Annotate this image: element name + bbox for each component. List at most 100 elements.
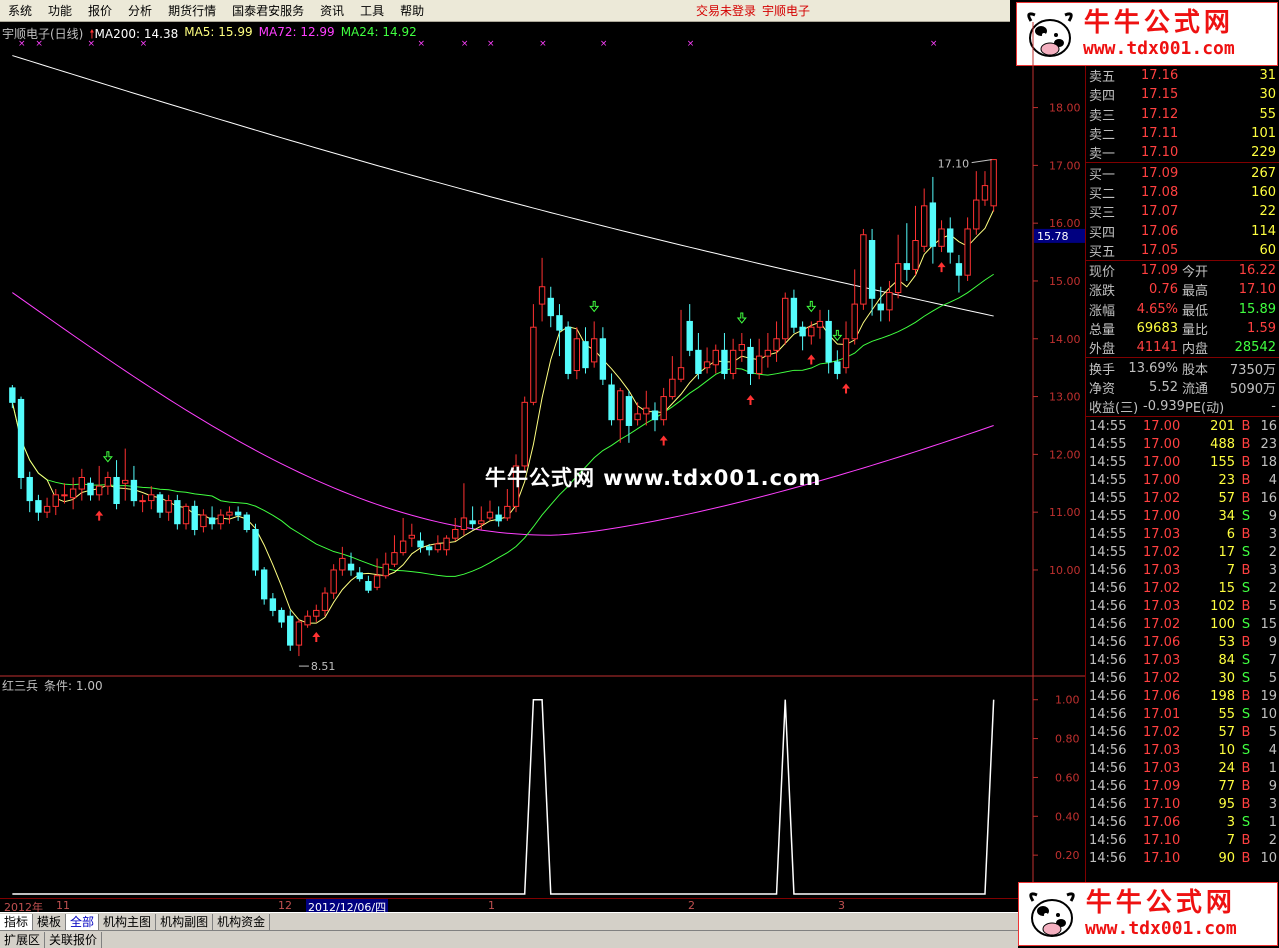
sell-level-3[interactable]: 卖三 17.12 55	[1086, 105, 1279, 124]
tick-v: 10	[1218, 742, 1235, 758]
tick-bs: B	[1241, 454, 1251, 470]
tab-0[interactable]: 指标	[0, 913, 34, 930]
tab-5[interactable]: 机构资金	[213, 913, 271, 930]
sell-level-3-vol: 55	[1259, 106, 1276, 122]
tick-bs: S	[1241, 544, 1251, 560]
buy-level-2[interactable]: 买二 17.08 160	[1086, 183, 1279, 202]
buy-level-3[interactable]: 买三 17.07 22	[1086, 202, 1279, 221]
candle-body	[373, 575, 381, 588]
buy-level-4[interactable]: 买四 17.06 114	[1086, 221, 1279, 241]
tick-n: 5	[1268, 670, 1277, 686]
stat-row-0-l1: 现价	[1089, 265, 1116, 281]
stat2-row-1-l1: 净资	[1089, 381, 1116, 397]
buy-level-3-vol: 22	[1259, 204, 1276, 220]
buy-level-2-vol: 160	[1251, 184, 1276, 200]
tick-n: 18	[1260, 454, 1277, 470]
tick-p: 17.00	[1143, 508, 1181, 524]
tick-v: 57	[1218, 490, 1235, 506]
buy-level-5[interactable]: 买五 17.05 60	[1086, 241, 1279, 260]
sell-level-2-label: 卖二	[1089, 128, 1116, 144]
menu-item-5[interactable]: 国泰君安服务	[224, 2, 312, 19]
bottom-tab-0[interactable]: 扩展区	[0, 931, 46, 948]
menu-item-3[interactable]: 分析	[120, 2, 160, 19]
ind-tick-label: 1.00	[1055, 694, 1080, 707]
tick-v: 102	[1210, 598, 1235, 614]
tick-n: 5	[1268, 724, 1277, 740]
tick-row: 14:56 17.09 77 B 9	[1086, 777, 1279, 795]
candle-body	[625, 396, 633, 426]
candle-body	[278, 609, 285, 623]
candle-body	[504, 505, 511, 519]
candle-body	[122, 479, 129, 484]
buy-arrow-icon	[95, 510, 104, 521]
candle-body	[43, 505, 51, 513]
stat-row-1-v2: 17.10	[1238, 282, 1276, 298]
ind-tick-label: 0.40	[1055, 810, 1080, 823]
tick-row: 14:55 17.00 201 B 16	[1086, 417, 1279, 435]
tab-3[interactable]: 机构主图	[99, 913, 157, 930]
buy-level-1[interactable]: 买一 17.09 267	[1086, 163, 1279, 183]
menu-item-0[interactable]: 系统	[0, 2, 40, 19]
sell-level-1[interactable]: 卖一 17.10 229	[1086, 143, 1279, 162]
tick-t: 14:56	[1089, 562, 1127, 578]
candle-body	[330, 569, 337, 594]
menu-item-6[interactable]: 资讯	[312, 2, 352, 19]
stat-row-4: 外盘 41141 内盘 28542	[1086, 338, 1279, 357]
stat-row-0: 现价 17.09 今开 16.22	[1086, 261, 1279, 280]
sell-level-1-vol: 229	[1251, 145, 1276, 161]
sell-level-4-label: 卖四	[1089, 89, 1116, 105]
candle-body	[799, 326, 806, 337]
tick-row: 14:55 17.02 17 S 2	[1086, 543, 1279, 561]
signal-marker: ×	[687, 39, 695, 49]
tick-p: 17.03	[1143, 598, 1181, 614]
sell-level-4[interactable]: 卖四 17.15 30	[1086, 85, 1279, 104]
tick-t: 14:55	[1089, 508, 1127, 524]
stat-row-1-l1: 涨跌	[1089, 284, 1116, 300]
legend-ma72: MA72: 12.99	[258, 25, 335, 39]
stat-row-2-v1: 4.65%	[1136, 301, 1178, 317]
tick-bs: B	[1241, 778, 1251, 794]
candle-body	[695, 349, 702, 374]
menu-item-7[interactable]: 工具	[352, 2, 392, 19]
tab-2[interactable]: 全部	[66, 913, 100, 930]
tab-4[interactable]: 机构副图	[156, 913, 214, 930]
tick-v: 201	[1210, 418, 1235, 434]
buy-level-1-label: 买一	[1089, 167, 1116, 183]
menu-item-2[interactable]: 报价	[80, 2, 120, 19]
stat-row-0-l2: 今开	[1182, 265, 1209, 281]
tick-n: 2	[1268, 544, 1277, 560]
sell-level-5[interactable]: 卖五 17.16 31	[1086, 66, 1279, 85]
sell-level-1-label: 卖一	[1089, 147, 1116, 163]
buy-level-5-label: 买五	[1089, 244, 1116, 260]
tick-bs: S	[1241, 706, 1251, 722]
kline-chart[interactable]: 18.00 17.00 16.00 15.00 14.00 13.00 12.00 11.00…	[0, 22, 1085, 898]
tick-p: 17.06	[1143, 688, 1181, 704]
tick-n: 5	[1268, 598, 1277, 614]
candle-body	[886, 292, 893, 311]
candle-body	[182, 505, 190, 525]
candle-body	[530, 326, 537, 403]
high-pointer	[971, 159, 992, 164]
menu-item-8[interactable]: 帮助	[392, 2, 432, 19]
stat-row-1-l2: 最高	[1182, 284, 1209, 300]
bottom-tab-1[interactable]: 关联报价	[45, 931, 103, 948]
price-tick-label: 14.00	[1049, 333, 1081, 346]
buy-level-5-vol: 60	[1259, 242, 1276, 258]
menu-item-1[interactable]: 功能	[40, 2, 80, 19]
buy-level-1-vol: 267	[1251, 165, 1276, 181]
tick-bs: B	[1241, 598, 1251, 614]
indicator-tabs: 指标 模板 全部 机构主图 机构副图 机构资金	[0, 912, 1018, 930]
chart-area[interactable]: 18.00 17.00 16.00 15.00 14.00 13.00 12.00 11.00…	[0, 22, 1085, 898]
sell-level-2[interactable]: 卖二 17.11 101	[1086, 124, 1279, 143]
candle-body	[243, 514, 251, 531]
candle-body	[868, 240, 876, 299]
candle-body	[547, 297, 554, 317]
menu-item-4[interactable]: 期货行情	[160, 2, 224, 19]
candle-body	[782, 297, 789, 340]
buy-level-3-label: 买三	[1089, 206, 1116, 222]
tab-1[interactable]: 模板	[33, 913, 67, 930]
sell-level-3-label: 卖三	[1089, 108, 1116, 124]
tick-v: 77	[1218, 778, 1235, 794]
tick-p: 17.03	[1143, 760, 1181, 776]
signal-marker: ×	[600, 39, 608, 49]
